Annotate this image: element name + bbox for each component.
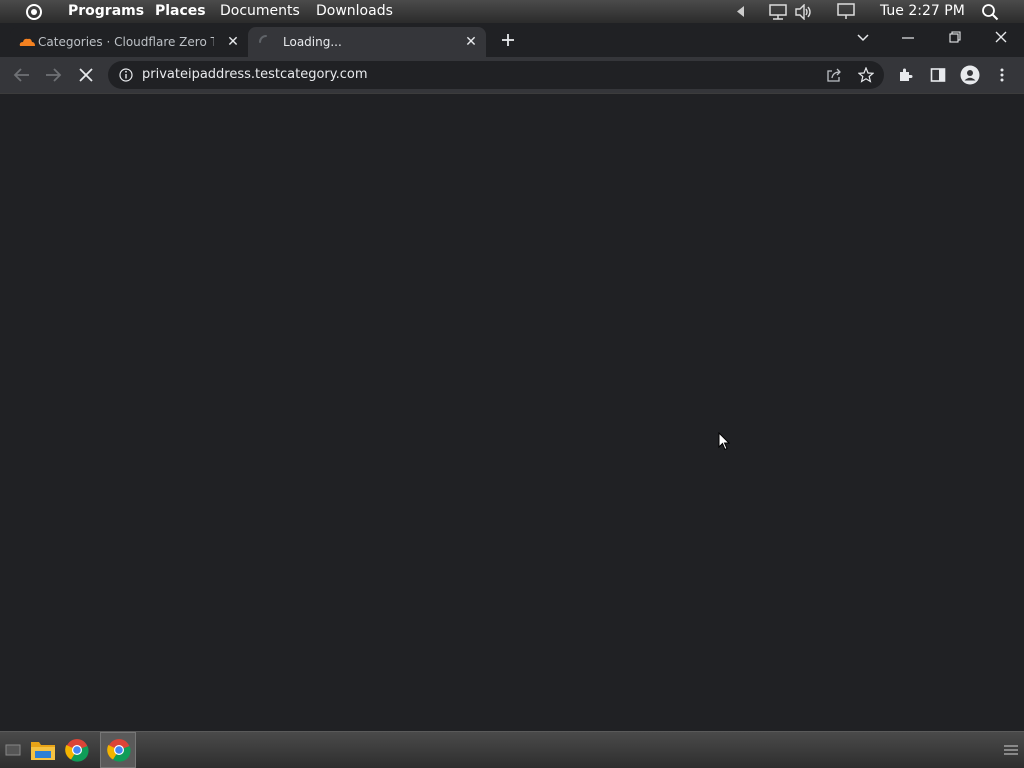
cloudflare-icon	[18, 37, 36, 47]
tab-search-chevron-icon[interactable]	[856, 33, 870, 43]
close-window-icon[interactable]	[995, 31, 1007, 43]
chrome-icon	[107, 738, 131, 762]
activities-icon[interactable]	[25, 3, 43, 21]
profile-avatar-icon[interactable]	[960, 65, 980, 85]
show-desktop-icon[interactable]	[5, 744, 21, 756]
browser-toolbar: privateipaddress.testcategory.com	[0, 57, 1024, 93]
clock[interactable]: Tue 2:27 PM	[880, 0, 965, 23]
forward-icon[interactable]	[45, 67, 62, 83]
page-content[interactable]	[0, 93, 1024, 731]
mouse-cursor-icon	[718, 432, 730, 451]
restore-icon[interactable]	[949, 31, 961, 43]
loading-spinner-icon	[258, 34, 274, 50]
tab-title: Loading...	[283, 35, 342, 49]
network-icon[interactable]	[769, 4, 787, 20]
tab-close-icon[interactable]: ✕	[462, 33, 480, 51]
taskbar-menu-icon[interactable]	[1004, 745, 1018, 755]
menu-documents[interactable]: Documents	[220, 0, 300, 23]
taskbar-active-window[interactable]	[100, 732, 136, 768]
new-tab-icon[interactable]	[501, 33, 515, 47]
minimize-icon[interactable]	[902, 37, 914, 39]
url-text[interactable]: privateipaddress.testcategory.com	[142, 67, 368, 82]
tray-arrow-icon[interactable]	[736, 6, 746, 17]
stop-loading-icon[interactable]	[79, 68, 93, 82]
back-icon[interactable]	[13, 67, 30, 83]
menu-downloads[interactable]: Downloads	[316, 0, 393, 23]
search-icon[interactable]	[981, 3, 999, 21]
taskbar	[0, 731, 1024, 768]
tab-loading[interactable]: Loading... ✕	[248, 27, 486, 57]
bookmark-star-icon[interactable]	[858, 67, 874, 83]
tab-categories[interactable]: Categories · Cloudflare Zero Trust ✕	[10, 27, 246, 57]
menu-places[interactable]: Places	[155, 0, 206, 23]
menu-kebab-icon[interactable]	[999, 67, 1005, 83]
tab-title: Categories · Cloudflare Zero Trust	[38, 35, 214, 49]
menu-programs[interactable]: Programs	[68, 0, 144, 23]
tab-close-icon[interactable]: ✕	[224, 33, 242, 51]
file-manager-icon[interactable]	[30, 739, 56, 761]
volume-icon[interactable]	[795, 4, 813, 20]
info-icon[interactable]	[119, 68, 133, 82]
tab-strip: Categories · Cloudflare Zero Trust ✕ Loa…	[0, 23, 1024, 57]
extensions-icon[interactable]	[898, 67, 914, 83]
top-panel: Programs Places Documents Downloads Tue …	[0, 0, 1024, 23]
display-icon[interactable]	[837, 3, 855, 20]
chrome-icon[interactable]	[65, 738, 89, 762]
omnibox[interactable]: privateipaddress.testcategory.com	[108, 61, 884, 89]
side-panel-icon[interactable]	[930, 67, 946, 83]
share-icon[interactable]	[826, 67, 842, 83]
